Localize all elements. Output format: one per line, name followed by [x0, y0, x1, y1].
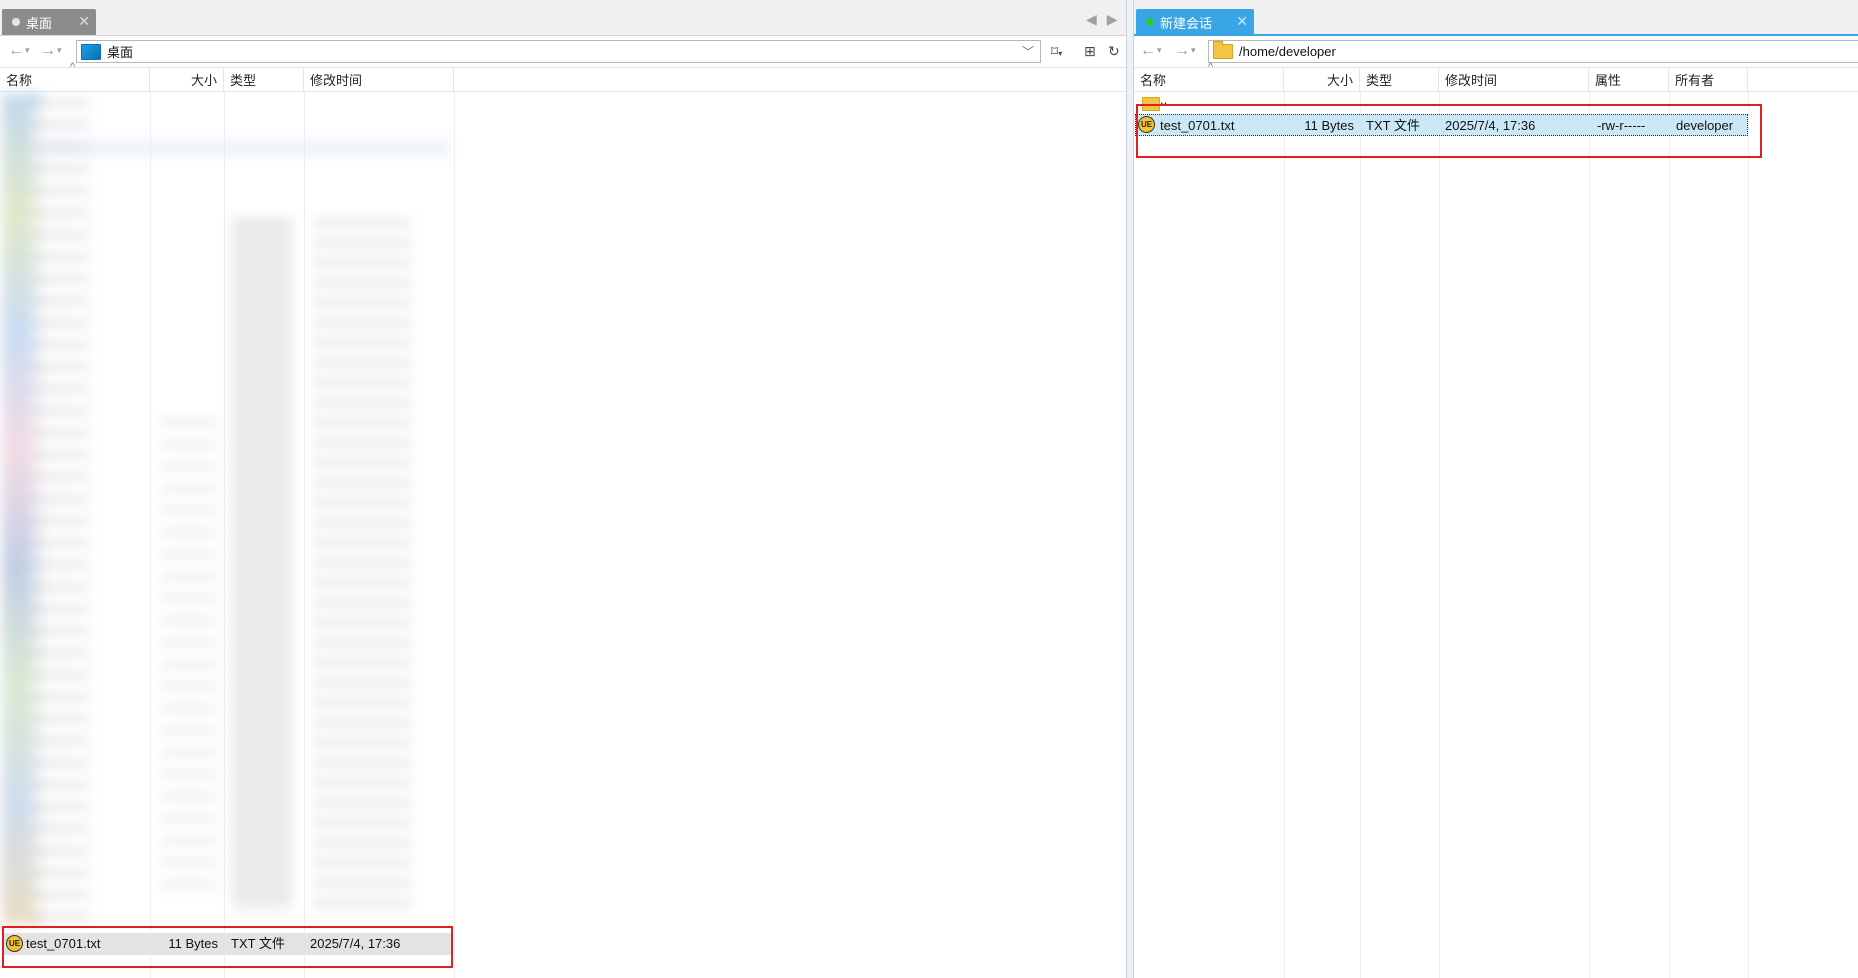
column-type[interactable]: 类型 — [224, 68, 304, 92]
right-tab-bar: 新建会话 ✕ — [1134, 0, 1858, 37]
tab-label: 桌面 — [26, 15, 53, 31]
column-divider — [454, 92, 455, 978]
column-owner[interactable]: 所有者 — [1669, 68, 1748, 92]
connection-status-dot — [1146, 18, 1154, 26]
remote-address-bar[interactable]: /home/developer — [1208, 40, 1858, 63]
column-size[interactable]: 大小 — [1284, 68, 1360, 92]
obscured-types — [232, 220, 292, 910]
folder-icon — [1213, 41, 1233, 59]
remote-file-pane: 新建会话 ✕ ←▾ →▾ /home/developer 名称 ^ 大小 类型 … — [1134, 0, 1858, 978]
column-size[interactable]: 大小 — [150, 68, 224, 92]
close-icon[interactable]: ✕ — [1236, 13, 1248, 30]
local-file-pane: 桌面 ✕ ◀▶ ←▾ →▾ 桌面 ﹀ ⌑▾ ⊞ ↻ 名称 ^ 大小 类型 修改时… — [0, 0, 1126, 978]
column-divider — [1284, 92, 1285, 978]
back-arrow-icon[interactable]: ←▾ — [8, 42, 30, 60]
column-type[interactable]: 类型 — [1360, 68, 1439, 92]
desktop-icon — [81, 43, 101, 60]
obscured-hover-row — [40, 140, 450, 156]
tab-scroll-left-icon[interactable]: ◀ — [1086, 11, 1107, 27]
chevron-down-icon[interactable]: ﹀ — [1022, 43, 1034, 60]
column-divider — [1360, 92, 1361, 978]
refresh-icon[interactable]: ↻ — [1108, 43, 1120, 60]
column-divider — [304, 92, 305, 978]
right-column-header: 名称 ^ 大小 类型 修改时间 属性 所有者 — [1134, 61, 1858, 92]
forward-arrow-icon[interactable]: →▾ — [40, 42, 62, 60]
sort-ascending-icon: ^ — [1208, 61, 1214, 73]
left-toolbar: ←▾ →▾ 桌面 ﹀ ⌑▾ ⊞ ↻ — [0, 36, 1126, 68]
tab-scroll-arrows: ◀▶ — [1086, 11, 1126, 28]
column-modified[interactable]: 修改时间 — [1439, 68, 1589, 92]
address-text: /home/developer — [1239, 44, 1336, 59]
column-divider — [224, 92, 225, 978]
obscured-names — [30, 100, 90, 920]
local-address-bar[interactable]: 桌面 ﹀ — [76, 40, 1041, 63]
obscured-dates — [312, 220, 412, 910]
tab-scroll-right-icon[interactable]: ▶ — [1107, 11, 1126, 27]
back-arrow-icon[interactable]: ←▾ — [1140, 42, 1162, 60]
annotation-box — [2, 926, 453, 968]
sort-ascending-icon: ^ — [70, 61, 76, 73]
bookmark-icon[interactable]: ⌑▾ — [1051, 43, 1062, 60]
left-column-header: 名称 ^ 大小 类型 修改时间 — [0, 61, 1126, 92]
right-toolbar: ←▾ →▾ /home/developer — [1134, 36, 1858, 68]
column-divider — [1748, 92, 1749, 978]
tab-status-dot — [12, 18, 20, 26]
column-modified[interactable]: 修改时间 — [304, 68, 454, 92]
pane-splitter[interactable] — [1126, 0, 1134, 978]
forward-arrow-icon[interactable]: →▾ — [1174, 42, 1196, 60]
tab-label: 新建会话 — [1160, 15, 1213, 31]
column-divider — [1669, 92, 1670, 978]
close-icon[interactable]: ✕ — [78, 13, 90, 30]
column-divider — [1589, 92, 1590, 978]
new-folder-icon[interactable]: ⊞ — [1084, 43, 1096, 60]
annotation-box — [1136, 104, 1762, 158]
left-tab-bar: 桌面 ✕ ◀▶ — [0, 0, 1126, 36]
address-text: 桌面 — [107, 45, 134, 60]
tab-new-session[interactable]: 新建会话 ✕ — [1136, 9, 1254, 35]
obscured-sizes — [160, 420, 220, 900]
column-divider — [150, 92, 151, 978]
tab-desktop[interactable]: 桌面 ✕ — [2, 9, 96, 35]
column-attributes[interactable]: 属性 — [1589, 68, 1669, 92]
column-divider — [1439, 92, 1440, 978]
